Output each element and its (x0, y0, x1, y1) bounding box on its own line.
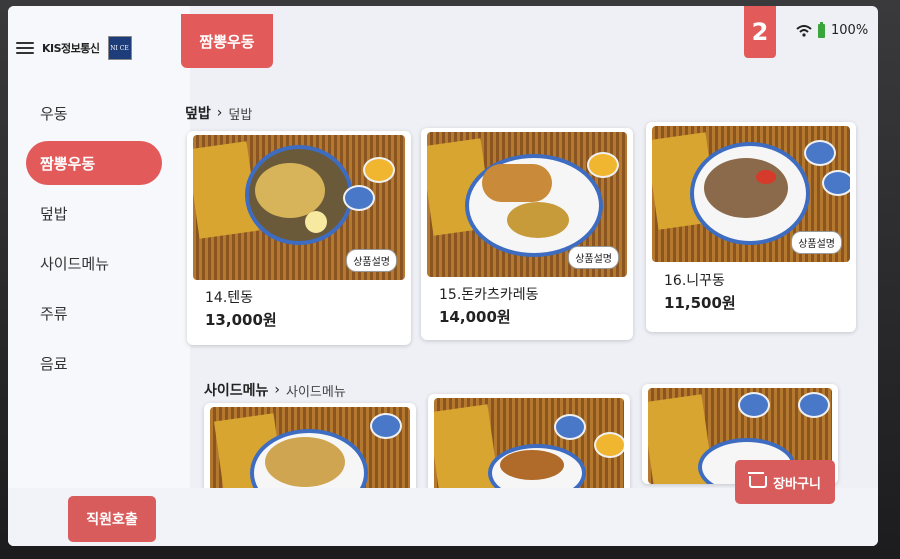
chevron-right-icon: › (274, 382, 281, 398)
product-price: 14,000원 (439, 308, 511, 326)
cart-button[interactable]: 장바구니 (735, 460, 835, 504)
current-category-tab[interactable]: 짬뽕우동 (181, 14, 273, 68)
cart-count-badge: 2 (744, 6, 776, 58)
wifi-icon (796, 24, 812, 37)
kiosk-screen: KIS정보통신 NI CE 우동 짬뽕우동 덮밥 사이드메뉴 주류 음료 짬뽕우… (8, 6, 878, 546)
sidebar-item-jjamppong-udon[interactable]: 짬뽕우동 (26, 141, 162, 185)
product-image: 상품설명 (652, 126, 850, 262)
product-card-tendon[interactable]: 상품설명 14.텐동 13,000원 (187, 131, 411, 345)
product-card-nikudon[interactable]: 상품설명 16.니꾸동 11,500원 (646, 122, 856, 332)
product-image (434, 398, 624, 494)
product-name: 16.니꾸동 (664, 273, 725, 289)
section-heading: 덮밥 (185, 106, 211, 122)
product-price: 13,000원 (205, 311, 277, 329)
sidebar: KIS정보통신 NI CE 우동 짬뽕우동 덮밥 사이드메뉴 주류 음료 (8, 6, 190, 546)
section-subheading: 사이드메뉴 (286, 384, 346, 400)
product-description-button[interactable]: 상품설명 (791, 231, 842, 254)
product-name: 14.텐동 (205, 290, 254, 306)
sidebar-item-udon[interactable]: 우동 (26, 88, 186, 138)
product-image: 상품설명 (193, 135, 405, 280)
product-price: 11,500원 (664, 294, 736, 312)
sidebar-item-side-menu[interactable]: 사이드메뉴 (26, 238, 186, 288)
product-description-button[interactable]: 상품설명 (346, 249, 397, 272)
section-subheading: 덮밥 (228, 107, 253, 123)
chevron-right-icon: › (216, 105, 223, 121)
section-title-deopbap: 덮밥 › 덮밥 (185, 103, 252, 123)
product-description-button[interactable]: 상품설명 (568, 246, 619, 269)
nice-logo: NI CE (107, 36, 132, 60)
product-image: 상품설명 (427, 132, 627, 277)
cart-button-label: 장바구니 (773, 476, 821, 492)
brand-name: KIS정보통신 (42, 42, 100, 55)
battery-icon (818, 21, 825, 38)
battery-level: 100% (831, 23, 869, 38)
sidebar-item-alcohol[interactable]: 주류 (26, 288, 186, 338)
section-title-side-menu: 사이드메뉴 › 사이드메뉴 (204, 380, 346, 400)
staff-call-button[interactable]: 직원호출 (68, 496, 156, 542)
menu-icon[interactable] (16, 42, 34, 54)
basket-icon (748, 472, 768, 488)
sidebar-item-deopbap[interactable]: 덮밥 (26, 188, 186, 238)
product-card-side-2[interactable] (428, 394, 630, 494)
product-card-donkatsu-curry[interactable]: 상품설명 15.돈카츠카레동 14,000원 (421, 128, 633, 340)
brand: KIS정보통신 NI CE (16, 36, 132, 60)
section-heading: 사이드메뉴 (204, 383, 269, 399)
sidebar-item-drinks[interactable]: 음료 (26, 338, 186, 388)
category-menu: 우동 짬뽕우동 덮밥 사이드메뉴 주류 음료 (26, 88, 186, 388)
status-bar: 100% (796, 21, 869, 38)
product-name: 15.돈카츠카레동 (439, 287, 539, 303)
